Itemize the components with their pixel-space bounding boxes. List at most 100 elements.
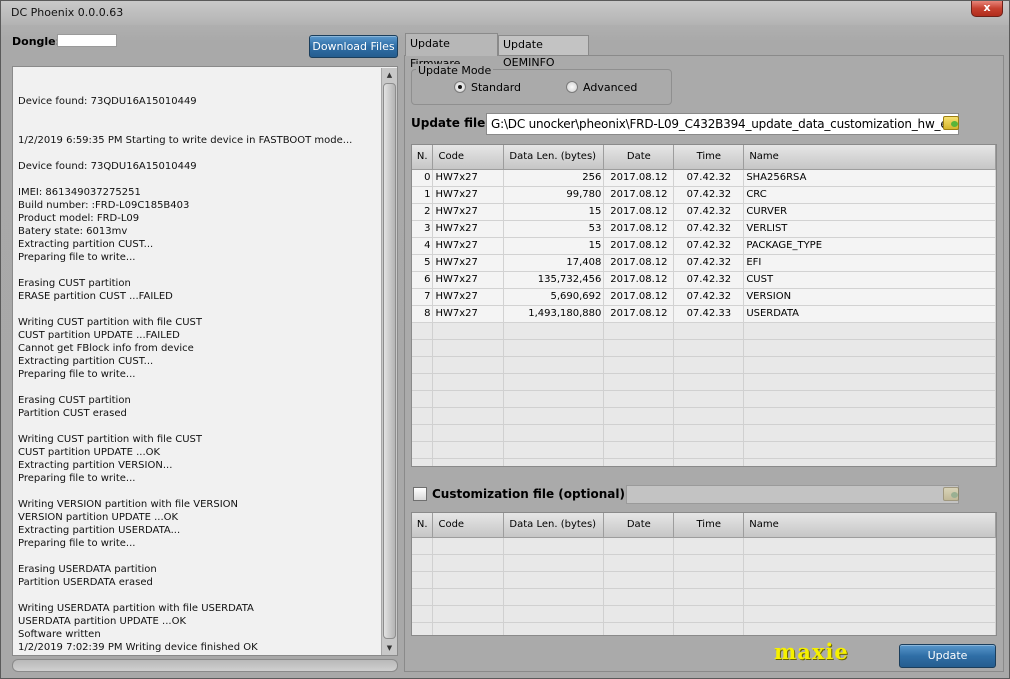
tab-update-firmware[interactable]: Update Firmware xyxy=(405,33,498,70)
table-row[interactable]: 7 HW7x27 5,690,692 2017.08.12 07.42.32 VERSIO… xyxy=(412,288,996,306)
scroll-down-arrow-icon[interactable]: ▼ xyxy=(382,641,397,655)
empty-row xyxy=(412,605,996,623)
table-row[interactable]: 1 HW7x27 99,780 2017.08.12 07.42.32 CRC xyxy=(412,186,996,204)
empty-cell xyxy=(412,407,434,425)
customization-folder-open-icon[interactable] xyxy=(943,487,959,501)
column-header-time[interactable]: Time xyxy=(673,145,745,170)
empty-cell xyxy=(673,571,745,589)
table-row[interactable]: 3 HW7x27 53 2017.08.12 07.42.32 VERLIST xyxy=(412,220,996,238)
empty-cell xyxy=(743,356,996,374)
empty-row xyxy=(412,537,996,555)
column-header-data-len[interactable]: Data Len. (bytes) xyxy=(503,145,605,170)
progress-bar xyxy=(12,659,398,672)
empty-cell xyxy=(673,622,745,635)
column-header-time[interactable]: Time xyxy=(673,513,745,538)
empty-cell xyxy=(603,356,675,374)
log-panel[interactable]: Device found: 73QDU16A15010449 1/2/2019 6… xyxy=(12,66,398,656)
empty-cell xyxy=(743,537,996,555)
empty-cell xyxy=(503,458,605,466)
row-name: EFI xyxy=(743,254,996,272)
empty-cell xyxy=(603,322,675,340)
column-header-code[interactable]: Code xyxy=(432,145,505,170)
column-header-data-len[interactable]: Data Len. (bytes) xyxy=(503,513,605,538)
table-row[interactable]: 5 HW7x27 17,408 2017.08.12 07.42.32 EFI xyxy=(412,254,996,272)
empty-cell xyxy=(432,390,505,408)
row-data-len: 99,780 xyxy=(503,186,605,204)
row-index: 6 xyxy=(412,271,434,289)
empty-cell xyxy=(673,407,745,425)
folder-open-icon[interactable] xyxy=(943,116,959,130)
advanced-radio[interactable] xyxy=(566,81,578,93)
advanced-radio-label[interactable]: Advanced xyxy=(583,81,637,94)
empty-cell xyxy=(412,441,434,459)
close-button[interactable]: x xyxy=(971,1,1003,17)
row-code: HW7x27 xyxy=(432,288,505,306)
app-window: DC Phoenix 0.0.0.63 x Dongle: Download F… xyxy=(0,0,1010,679)
log-line: IMEI: 861349037275251 xyxy=(18,187,141,198)
empty-cell xyxy=(412,322,434,340)
empty-cell xyxy=(743,373,996,391)
log-line: Device found: 73QDU16A15010449 xyxy=(18,161,197,172)
empty-cell xyxy=(743,339,996,357)
empty-row xyxy=(412,373,996,391)
column-header-code[interactable]: Code xyxy=(432,513,505,538)
row-date: 2017.08.12 xyxy=(603,186,675,204)
empty-cell xyxy=(432,407,505,425)
update-file-path-field[interactable]: G:\DC unocker\pheonix\FRD-L09_C432B394_u… xyxy=(486,113,959,135)
update-button[interactable]: Update xyxy=(899,644,996,668)
column-header-date[interactable]: Date xyxy=(603,145,675,170)
row-date: 2017.08.12 xyxy=(603,305,675,323)
update-mode-legend: Update Mode xyxy=(416,64,494,77)
empty-cell xyxy=(412,588,434,606)
log-line: Extracting partition CUST... xyxy=(18,239,154,250)
column-header-date[interactable]: Date xyxy=(603,513,675,538)
scroll-up-arrow-icon[interactable]: ▲ xyxy=(382,68,397,82)
empty-row xyxy=(412,390,996,408)
empty-cell xyxy=(743,458,996,466)
empty-cell xyxy=(412,390,434,408)
customization-file-field[interactable] xyxy=(626,485,959,504)
empty-cell xyxy=(743,322,996,340)
row-index: 1 xyxy=(412,186,434,204)
empty-cell xyxy=(412,622,434,635)
dongle-field xyxy=(57,34,117,47)
row-time: 07.42.32 xyxy=(673,186,745,204)
log-line: Preparing file to write... xyxy=(18,369,136,380)
empty-cell xyxy=(432,571,505,589)
tab-update-oeminfo[interactable]: Update OEMINFO xyxy=(498,35,589,69)
standard-radio[interactable] xyxy=(454,81,466,93)
empty-cell xyxy=(673,441,745,459)
table-row[interactable]: 0 HW7x27 256 2017.08.12 07.42.32 SHA256RSA xyxy=(412,169,996,187)
empty-cell xyxy=(743,390,996,408)
column-header-name[interactable]: Name xyxy=(743,513,996,538)
window-title: DC Phoenix 0.0.0.63 xyxy=(11,6,124,19)
empty-cell xyxy=(503,554,605,572)
row-code: HW7x27 xyxy=(432,186,505,204)
empty-cell xyxy=(603,424,675,442)
table-row[interactable]: 2 HW7x27 15 2017.08.12 07.42.32 CURVER xyxy=(412,203,996,221)
empty-cell xyxy=(503,424,605,442)
scroll-thumb[interactable] xyxy=(383,83,396,639)
download-files-button[interactable]: Download Files xyxy=(309,35,398,58)
customization-checkbox[interactable] xyxy=(413,487,427,501)
table-row[interactable]: 4 HW7x27 15 2017.08.12 07.42.32 PACKAGE_TYPE xyxy=(412,237,996,255)
empty-cell xyxy=(743,407,996,425)
row-code: HW7x27 xyxy=(432,169,505,187)
table-row[interactable]: 8 HW7x27 1,493,180,880 2017.08.12 07.42.33 US… xyxy=(412,305,996,323)
column-header-n[interactable]: N. xyxy=(412,145,434,170)
column-header-name[interactable]: Name xyxy=(743,145,996,170)
empty-cell xyxy=(673,373,745,391)
standard-radio-label[interactable]: Standard xyxy=(471,81,521,94)
empty-row xyxy=(412,424,996,442)
row-date: 2017.08.12 xyxy=(603,220,675,238)
log-scrollbar[interactable]: ▲ ▼ xyxy=(381,68,397,655)
table-row[interactable]: 6 HW7x27 135,732,456 2017.08.12 07.42.32 CUST xyxy=(412,271,996,289)
empty-row xyxy=(412,622,996,635)
column-header-n[interactable]: N. xyxy=(412,513,434,538)
empty-cell xyxy=(743,605,996,623)
log-line: Extracting partition VERSION... xyxy=(18,460,173,471)
row-code: HW7x27 xyxy=(432,305,505,323)
